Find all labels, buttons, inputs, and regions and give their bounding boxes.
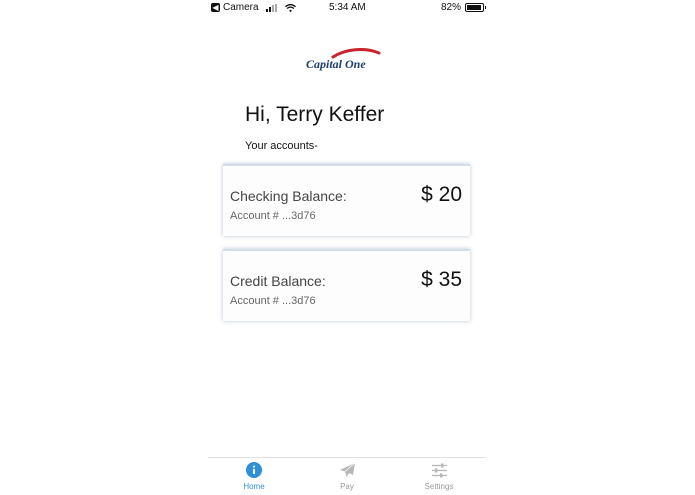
tab-label: Settings xyxy=(424,482,454,491)
account-number: Account # ...3d76 xyxy=(230,295,316,307)
account-number: Account # ...3d76 xyxy=(230,210,316,222)
logo-text: Capital One xyxy=(306,57,366,71)
back-app-label: Camera xyxy=(223,2,259,13)
capital-one-logo: Capital One xyxy=(306,48,381,71)
status-time: 5:34 AM xyxy=(329,2,366,13)
greeting-heading: Hi, Terry Keffer xyxy=(245,103,385,126)
wifi-icon xyxy=(284,3,296,12)
status-bar: ◀ Camera 5:34 AM 82% xyxy=(0,0,695,16)
status-left[interactable]: ◀ Camera xyxy=(211,2,296,13)
account-label: Credit Balance: xyxy=(230,273,326,289)
tab-home[interactable]: Home xyxy=(219,460,289,491)
battery-percent: 82% xyxy=(441,2,462,13)
tab-label: Pay xyxy=(340,482,354,491)
accounts-subtitle: Your accounts- xyxy=(245,140,318,152)
account-balance: $ 20 xyxy=(421,183,462,206)
account-label: Checking Balance: xyxy=(230,188,347,204)
paper-plane-icon xyxy=(339,462,355,477)
tab-pay[interactable]: Pay xyxy=(312,460,382,491)
tab-label: Home xyxy=(243,482,265,491)
info-icon xyxy=(246,462,262,478)
credit-account-card[interactable]: Credit Balance: Account # ...3d76 $ 35 xyxy=(223,249,470,321)
account-balance: $ 35 xyxy=(421,268,462,291)
status-right: 82% xyxy=(441,2,487,13)
cell-signal-icon xyxy=(265,3,277,12)
back-arrow-icon: ◀ xyxy=(211,3,220,12)
tab-bar: Home Pay Settings xyxy=(208,457,486,495)
sliders-icon xyxy=(431,463,447,477)
battery-icon xyxy=(465,3,487,12)
tab-settings[interactable]: Settings xyxy=(404,460,474,491)
checking-account-card[interactable]: Checking Balance: Account # ...3d76 $ 20 xyxy=(223,164,470,236)
